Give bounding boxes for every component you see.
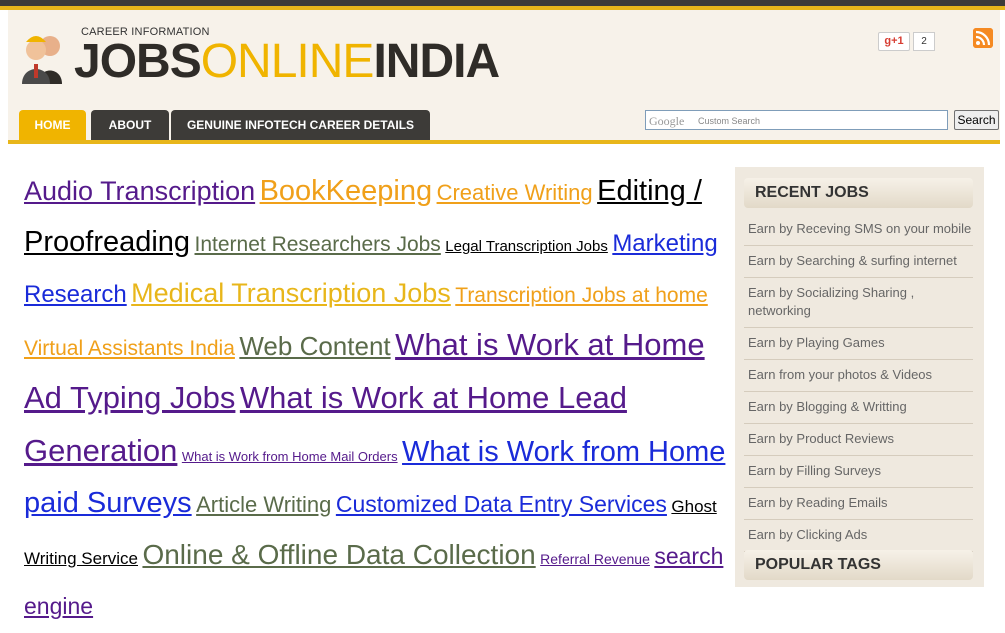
recent-job-item[interactable]: Earn by Reading Emails <box>744 488 973 520</box>
tag-link[interactable]: Internet Researchers Jobs <box>195 233 441 256</box>
tag-link[interactable]: Customized Data Entry Services <box>336 491 667 517</box>
recent-job-item[interactable]: Earn by Searching & surfing internet <box>744 246 973 278</box>
google-logo: Google <box>649 114 685 128</box>
recent-jobs-list: Earn by Receving SMS on your mobile Earn … <box>744 214 973 552</box>
tag-link[interactable]: Transcription Jobs at home <box>455 284 708 307</box>
google-plus-button[interactable]: g+1 <box>878 32 910 51</box>
recent-job-item[interactable]: Earn from your photos & Videos <box>744 360 973 392</box>
recent-job-item[interactable]: Earn by Product Reviews <box>744 424 973 456</box>
tag-link[interactable]: Medical Transcription Jobs <box>131 278 451 308</box>
tag-link[interactable]: Web Content <box>239 331 390 361</box>
tag-link[interactable]: Creative Writing <box>437 180 593 205</box>
site-logo-link[interactable]: JOBSONLINEINDIA <box>74 35 500 88</box>
tab-home[interactable]: HOME <box>19 110 86 140</box>
rss-feed-icon[interactable] <box>973 28 993 48</box>
tag-link[interactable]: Article Writing <box>196 492 331 517</box>
brand-india: INDIA <box>373 35 500 88</box>
tab-genuine-infotech[interactable]: GENUINE INFOTECH CAREER DETAILS <box>171 110 430 140</box>
tag-link[interactable]: What is Work from Home Mail Orders <box>182 449 398 464</box>
tag-link[interactable]: BookKeeping <box>260 175 433 207</box>
tag-link[interactable]: Referral Revenue <box>540 551 650 567</box>
search-button[interactable]: Search <box>954 110 999 130</box>
brand-online: ONLINE <box>200 35 375 88</box>
recent-job-item[interactable]: Earn by Clicking Ads <box>744 520 973 552</box>
tag-link[interactable]: Audio Transcription <box>24 176 255 206</box>
tag-link[interactable]: Online & Offline Data Collection <box>142 539 535 570</box>
tab-about[interactable]: ABOUT <box>91 110 169 140</box>
recent-job-item[interactable]: Earn by Receving SMS on your mobile <box>744 214 973 246</box>
recent-job-item[interactable]: Earn by Blogging & Writting <box>744 392 973 424</box>
recent-job-item[interactable]: Earn by Playing Games <box>744 328 973 360</box>
sidebar: RECENT JOBS Earn by Receving SMS on your… <box>735 167 984 587</box>
brand-jobs: JOBS <box>74 35 202 88</box>
tag-cloud: Audio Transcription BookKeeping Creative… <box>24 168 736 633</box>
popular-tags-heading: POPULAR TAGS <box>744 550 973 580</box>
people-logo-icon <box>22 36 62 84</box>
recent-job-item[interactable]: Earn by Socializing Sharing , networking <box>744 278 973 328</box>
recent-job-item[interactable]: Earn by Filling Surveys <box>744 456 973 488</box>
search-placeholder: Custom Search <box>698 116 761 126</box>
google-plus-count: 2 <box>913 32 935 51</box>
recent-jobs-heading: RECENT JOBS <box>744 178 973 208</box>
tag-link[interactable]: Legal Transcription Jobs <box>445 238 608 255</box>
nav-underline <box>8 140 1000 144</box>
search-input[interactable]: Google Custom Search <box>645 110 948 130</box>
tag-link[interactable]: Virtual Assistants India <box>24 337 235 360</box>
